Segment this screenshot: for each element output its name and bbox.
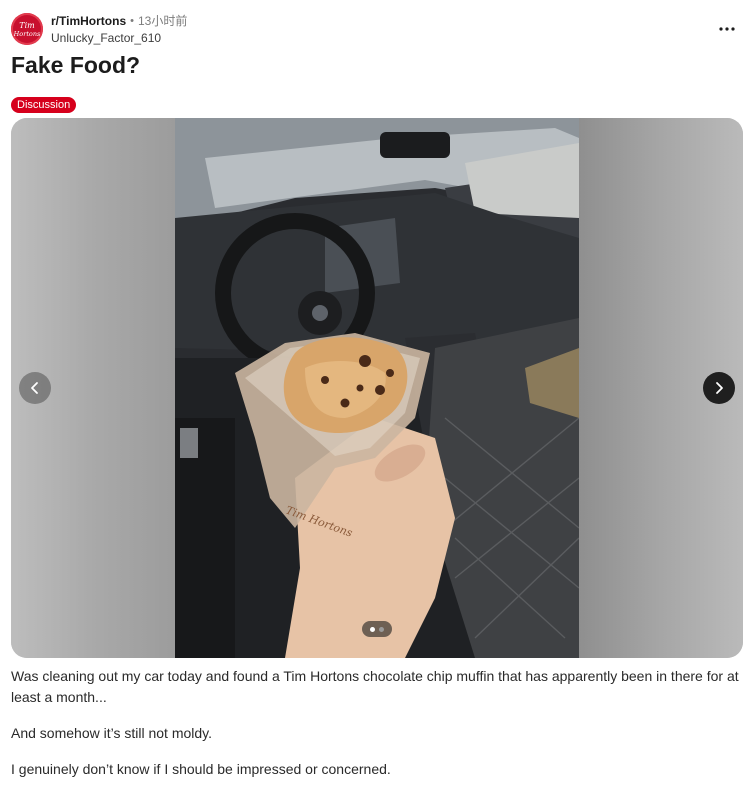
post-paragraph: I genuinely don’t know if I should be im… [11, 761, 391, 777]
more-icon [719, 27, 735, 31]
more-options-button[interactable] [714, 16, 740, 42]
tim-hortons-logo-icon: Tim Hortons [14, 21, 40, 38]
flair-badge[interactable]: Discussion [11, 97, 77, 113]
post-body: Was cleaning out my car today and found … [11, 666, 746, 795]
subreddit-link[interactable]: r/TimHortons [51, 14, 126, 28]
carousel-prev-button[interactable] [19, 372, 51, 404]
post-meta: r/TimHortons • 13小时前 Unlucky_Factor_610 [51, 14, 187, 45]
chevron-right-icon [716, 382, 723, 394]
media-carousel[interactable]: Tim Hortons [11, 118, 743, 658]
post-paragraph: And somehow it’s still not moldy. [11, 725, 213, 741]
post-title[interactable]: Fake Food? [11, 50, 140, 80]
subreddit-avatar[interactable]: Tim Hortons [11, 13, 43, 45]
meta-separator: • [130, 15, 134, 27]
post-time: 13小时前 [137, 14, 188, 28]
svg-text:Hortons: Hortons [14, 30, 40, 38]
carousel-pagination [362, 621, 392, 637]
chevron-left-icon [31, 382, 38, 394]
post-image[interactable]: Tim Hortons [175, 118, 579, 658]
pagination-dot-active[interactable] [370, 626, 375, 632]
carousel-next-button[interactable] [703, 372, 735, 404]
svg-text:Tim: Tim [19, 21, 35, 30]
author-link[interactable]: Unlucky_Factor_610 [51, 31, 187, 45]
pagination-dot[interactable] [379, 626, 384, 632]
post-header: Tim Hortons r/TimHortons • 13小时前 Unlucky… [11, 12, 744, 46]
post-paragraph: Was cleaning out my car today and found … [11, 668, 739, 705]
